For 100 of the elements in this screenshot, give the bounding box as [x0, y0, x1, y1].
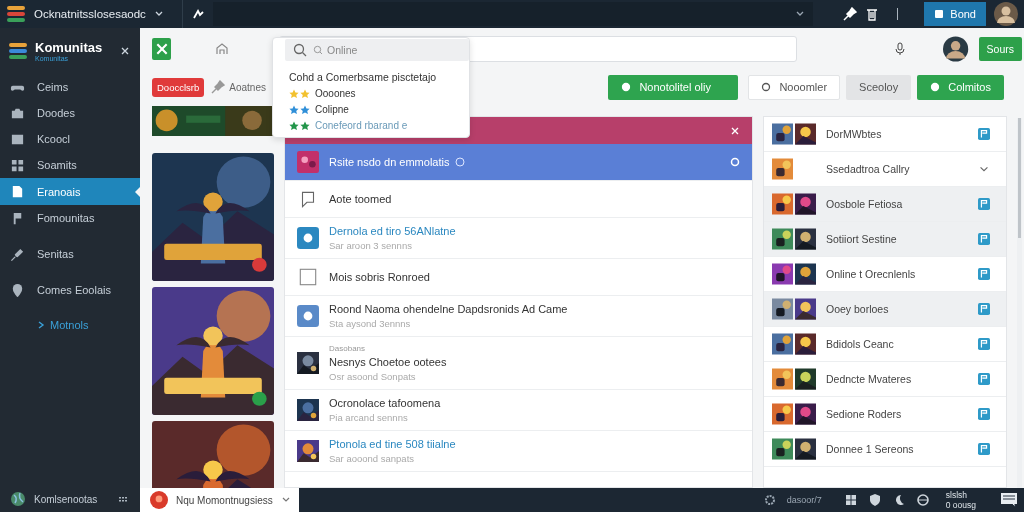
flag-icon[interactable] — [978, 233, 990, 245]
row-title: Ocronolace tafoomena — [329, 397, 441, 409]
flag-icon[interactable] — [978, 408, 990, 420]
list-row[interactable]: Dasobans Nesnys Choetoe ootees Osr asoond Sonpats — [285, 337, 752, 390]
clock-date: 0 oousg — [945, 500, 976, 510]
circle-icon — [930, 82, 941, 92]
flag-icon[interactable] — [978, 198, 990, 210]
row-label: Ooey borloes — [826, 303, 890, 315]
grid-icon[interactable] — [843, 493, 858, 507]
list-row[interactable]: Dernola ed tiro 56ANlatne Sar aroon 3 sennns — [285, 218, 752, 259]
avatar[interactable] — [994, 2, 1018, 26]
avatar[interactable] — [943, 36, 969, 62]
row-title: Ptonola ed tine 508 tiialne — [329, 438, 456, 450]
microphone-icon[interactable] — [893, 42, 908, 56]
sidebar-item[interactable]: Doodes — [0, 100, 140, 126]
close-icon[interactable] — [120, 46, 130, 56]
brush-icon — [10, 246, 25, 262]
account-button[interactable]: Bond — [924, 2, 986, 26]
list-row[interactable]: Donnee 1 Sereons — [764, 432, 1006, 467]
flag-icon[interactable] — [978, 338, 990, 350]
stack-icon — [8, 41, 28, 61]
record-icon — [150, 491, 168, 509]
action-button[interactable]: Sceoloy — [846, 74, 912, 100]
flag-icon[interactable] — [978, 373, 990, 385]
square-icon — [297, 266, 319, 288]
search-icon — [293, 43, 307, 57]
list-row[interactable]: Oosbole Fetiosa — [764, 187, 1006, 222]
window-title: Ocknatnitsslosesaodc — [34, 8, 146, 20]
circle-icon[interactable] — [730, 157, 740, 167]
stack-icon — [6, 5, 26, 23]
trash-icon[interactable] — [865, 7, 880, 21]
sidebar-item[interactable]: Fomounitas — [0, 205, 140, 231]
list-row[interactable]: Dedncte Mvateres — [764, 362, 1006, 397]
circle-icon — [621, 82, 632, 92]
row-label: Sotiiort Sestine — [826, 233, 898, 245]
close-button[interactable] — [152, 38, 172, 60]
list-row[interactable]: Rsite nsdo dn emmolatis — [285, 144, 752, 181]
close-icon — [154, 42, 169, 56]
app-icon — [297, 305, 319, 327]
footer-label: Komlsenootas — [34, 493, 99, 505]
row-title: Roond Naoma ohendelne Dapdsronids Ad Came — [329, 303, 568, 315]
document-icon — [10, 184, 25, 199]
list-row[interactable]: Bdidols Ceanc — [764, 327, 1006, 362]
row-title: Rsite nsdo dn emmolatis — [329, 156, 450, 168]
flag-icon[interactable] — [978, 443, 990, 455]
tray-label: dasoor/7 — [786, 495, 822, 505]
row-subtitle: Pia arcand sennns — [329, 412, 409, 423]
row-label: Bdidols Ceanc — [826, 338, 895, 350]
row-label: Oosbole Fetiosa — [826, 198, 904, 210]
flag-icon[interactable] — [978, 303, 990, 315]
list-row[interactable]: Ooey borloes — [764, 292, 1006, 327]
row-title: Mois sobris Ronroed — [329, 271, 430, 283]
square-icon — [934, 9, 945, 19]
pin-icon — [10, 282, 25, 298]
row-label: DorMWbtes — [826, 128, 883, 140]
row-subtitle: Osr asoond Sonpats — [329, 371, 417, 382]
dropdown-option[interactable]: Colipne — [315, 104, 349, 115]
list-row[interactable]: Sedione Roders — [764, 397, 1006, 432]
sidebar-item[interactable]: Ceims — [0, 74, 140, 100]
list-row[interactable]: Roond Naoma ohendelne Dapdsronids Ad Came Sta aysond 3ennns — [285, 296, 752, 337]
row-title: Dernola ed tiro 56ANlatne — [329, 225, 456, 237]
search-icon — [313, 45, 323, 55]
sidebar-item[interactable]: Kcoocl — [0, 126, 140, 152]
flag-icon[interactable] — [978, 268, 990, 280]
row-label: Donnee 1 Sereons — [826, 443, 915, 455]
notification-icon[interactable] — [1000, 492, 1018, 508]
home-icon[interactable] — [215, 42, 230, 56]
list-row[interactable]: DorMWbtes — [764, 117, 1006, 152]
row-title: Aote toomed — [329, 193, 392, 205]
list-row[interactable]: Mois sobris Ronroed — [285, 259, 752, 296]
taskbar-app[interactable]: Nqu Momontnugsiess — [140, 488, 299, 512]
row-label: Online t Orecnlenls — [826, 268, 917, 280]
list-row[interactable]: Sotiiort Sestine — [764, 222, 1006, 257]
flag-icon[interactable] — [978, 128, 990, 140]
sidebar-item[interactable]: Senitas — [0, 241, 140, 267]
dropdown-heading: Cohd a Comerbsame pisctetajo — [288, 71, 438, 83]
circle-icon — [761, 82, 772, 92]
dropdown-option[interactable]: Oooones — [315, 88, 356, 99]
row-subtitle: Sta aysond 3ennns — [329, 318, 412, 329]
search-field[interactable]: Online — [285, 39, 469, 61]
tag[interactable]: Doocclsrb — [152, 77, 205, 97]
sidebar-item[interactable]: Eranoais — [0, 178, 140, 205]
sidebar-item[interactable]: Comes Eoolais — [0, 277, 140, 303]
action-button[interactable]: Nooomler — [748, 74, 841, 100]
row-subtitle: Sar aroon 3 sennns — [329, 240, 413, 251]
row-title: Nesnys Choetoe ootees — [329, 356, 447, 368]
pin-label: Aoatnes — [229, 81, 266, 93]
sidebar-link[interactable]: Motnols — [0, 303, 89, 331]
scrollbar[interactable] — [1017, 118, 1022, 488]
grid-icon[interactable] — [118, 494, 128, 504]
help-icon[interactable] — [455, 157, 466, 167]
shield-icon[interactable] — [867, 493, 882, 507]
list-row[interactable]: Ocronolace tafoomena Pia arcand sennns — [285, 390, 752, 431]
chevron-right-icon — [36, 320, 46, 330]
brand-name: Komunitas — [35, 40, 104, 55]
list-row[interactable]: Aote toomed — [285, 181, 752, 218]
sparkle-icon[interactable] — [190, 7, 205, 21]
app-icon — [297, 227, 319, 249]
list-row[interactable]: Ptonola ed tine 508 tiialne Sar aooond sanpats — [285, 431, 752, 472]
sidebar-item[interactable]: Soamits — [0, 152, 140, 178]
